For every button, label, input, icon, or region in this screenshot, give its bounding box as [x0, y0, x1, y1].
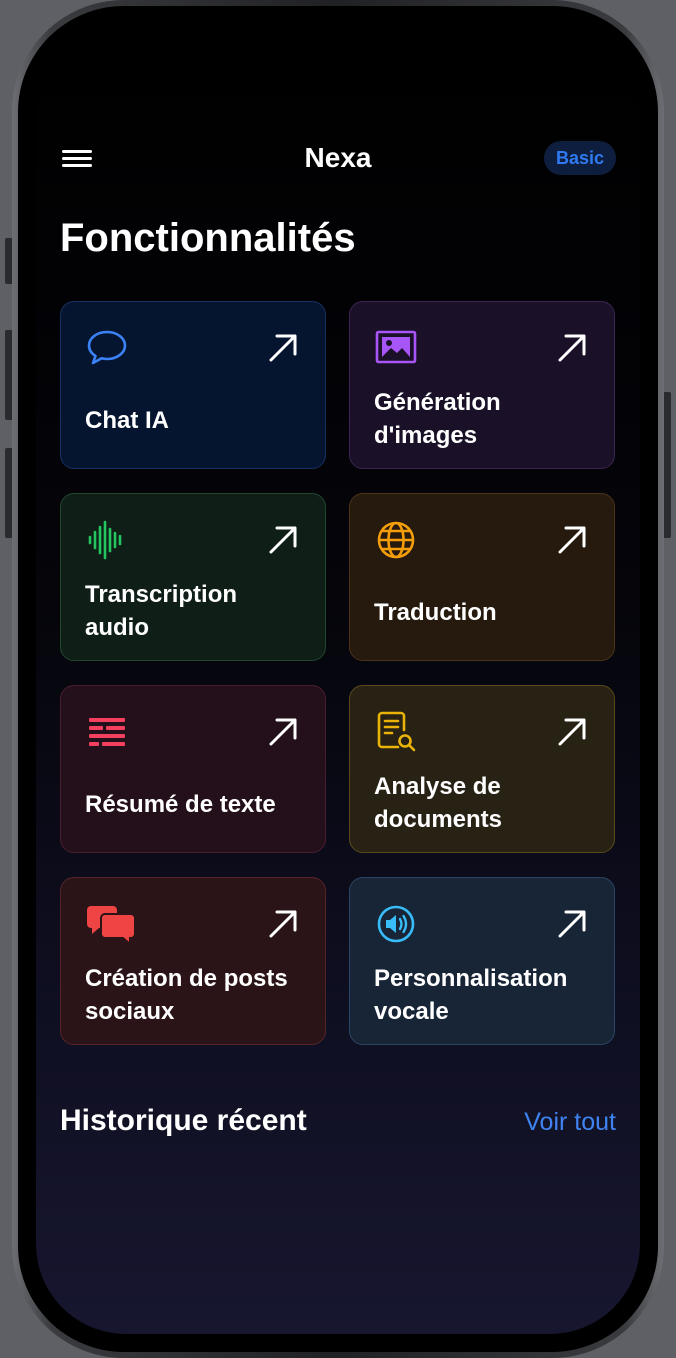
app-screen: Nexa Basic Fonctionnalités Chat IA Génér…: [36, 24, 640, 1334]
top-bar: Nexa Basic: [36, 132, 640, 184]
feature-label: Chat IA: [85, 406, 169, 434]
globe-icon: [377, 521, 415, 559]
arrow-up-right-icon: [558, 526, 586, 554]
feature-card-social-posts[interactable]: Création de posts sociaux: [60, 877, 326, 1045]
feature-label: Analyse de documents: [374, 773, 503, 833]
arrow-up-right-icon: [269, 526, 297, 554]
feature-card-voice-customization[interactable]: Personnalisation vocale: [349, 877, 615, 1045]
chat-bubble-icon: [87, 330, 127, 365]
arrow-up-right-icon: [269, 718, 297, 746]
arrow-up-right-icon: [269, 334, 297, 362]
feature-label: Traduction: [374, 598, 497, 626]
feature-label: Personnalisation vocale: [374, 965, 568, 1025]
document-search-icon: [377, 711, 416, 752]
see-all-link[interactable]: Voir tout: [524, 1108, 616, 1137]
feature-label: Transcription audio: [85, 581, 238, 641]
arrow-up-right-icon: [269, 910, 297, 938]
feature-card-chat[interactable]: Chat IA: [60, 301, 326, 469]
plan-badge[interactable]: Basic: [543, 141, 616, 175]
power-button: [663, 392, 671, 538]
arrow-up-right-icon: [558, 334, 586, 362]
text-lines-icon: [89, 718, 125, 746]
feature-label: Création de posts sociaux: [85, 965, 288, 1025]
feature-label: Résumé de texte: [85, 790, 276, 818]
waveform-icon: [88, 520, 122, 560]
speaker-icon: [377, 905, 415, 943]
feature-card-translation[interactable]: Traduction: [349, 493, 615, 661]
chat-bubbles-icon: [87, 906, 136, 946]
image-icon: [375, 330, 417, 364]
features-title: Fonctionnalités: [60, 216, 356, 260]
feature-card-text-summary[interactable]: Résumé de texte: [60, 685, 326, 853]
arrow-up-right-icon: [558, 910, 586, 938]
feature-card-transcription[interactable]: Transcription audio: [60, 493, 326, 661]
feature-card-document-analysis[interactable]: Analyse de documents: [349, 685, 615, 853]
feature-label: Génération d'images: [374, 389, 501, 449]
feature-card-image-generation[interactable]: Génération d'images: [349, 301, 615, 469]
history-title: Historique récent: [60, 1104, 307, 1137]
arrow-up-right-icon: [558, 718, 586, 746]
